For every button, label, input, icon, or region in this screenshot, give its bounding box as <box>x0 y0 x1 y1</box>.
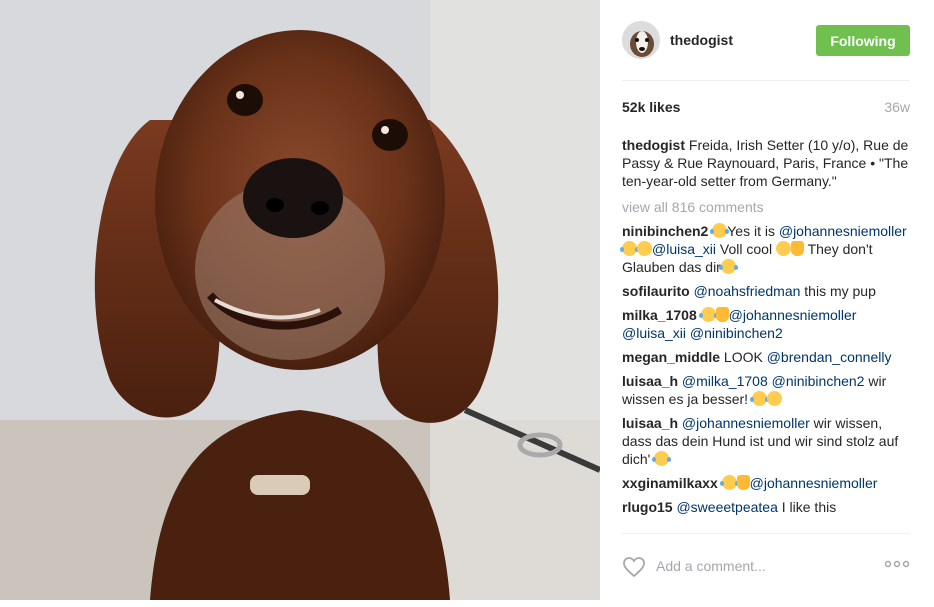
comment-item: ninibinchen2 Yes it is @johannesniemolle… <box>620 222 910 276</box>
comment-mention[interactable]: @johannesniemoller <box>750 475 878 491</box>
comment-item: megan_middle LOOK @brendan_connelly <box>622 348 910 366</box>
comment-username[interactable]: megan_middle <box>622 349 720 365</box>
kiss-emoji <box>766 391 782 406</box>
add-comment-input[interactable] <box>656 555 866 577</box>
comment-text: this my pup <box>800 283 876 299</box>
comment-username[interactable]: ninibinchen2 <box>622 223 708 239</box>
caption: thedogist Freida, Irish Setter (10 y/o),… <box>622 136 910 190</box>
comment-text: Yes it is <box>727 223 775 239</box>
comment-text: I like this <box>777 499 837 515</box>
avatar[interactable] <box>622 21 660 59</box>
likes-row: 52k likes 36w <box>622 99 910 115</box>
comment-item: milka_1708 @johannesniemoller @luisa_xii… <box>622 306 910 342</box>
comment-text: LOOK <box>723 349 767 365</box>
kiss-emoji <box>637 241 652 256</box>
comment-mention[interactable]: @ninibinchen2 <box>690 325 783 341</box>
comment-item: luisaa_h @milka_1708 @ninibinchen2 wir w… <box>622 372 910 408</box>
comment-item: luisaa_h @johannesniemoller wir wissen, … <box>622 414 910 468</box>
comment-list: thedogist Freida, Irish Setter (10 y/o),… <box>620 136 910 522</box>
post-photo[interactable] <box>0 0 600 600</box>
comment-mention[interactable]: @johannesniemoller <box>779 223 907 239</box>
comment-mention[interactable]: @ninibinchen2 <box>772 373 865 389</box>
comment-item: rlugo15 @sweeetpeatea I like this <box>622 498 910 516</box>
tears-of-joy-emoji <box>718 259 738 274</box>
smile-emoji <box>775 241 791 256</box>
tears-of-joy-emoji <box>710 223 730 238</box>
comment-username[interactable]: luisaa_h <box>622 415 678 431</box>
caption-username[interactable]: thedogist <box>622 137 685 153</box>
post-age[interactable]: 36w <box>884 99 910 115</box>
tears-of-joy-emoji <box>698 307 718 322</box>
post-sidebar: thedogist Following 52k likes 36w thedog… <box>600 0 934 607</box>
comment-text: Voll cool <box>716 241 776 257</box>
thumbs-up-emoji <box>736 475 750 490</box>
comment-mention[interactable]: @sweeetpeatea <box>676 499 777 515</box>
comment-username[interactable]: luisaa_h <box>622 373 678 389</box>
post-username[interactable]: thedogist <box>670 32 733 48</box>
tears-of-joy-emoji <box>719 475 739 490</box>
dog-avatar-icon <box>623 22 659 58</box>
post-header: thedogist Following <box>600 0 934 80</box>
comment-mention[interactable]: @johannesniemoller <box>729 307 857 323</box>
tears-of-joy-emoji <box>652 451 672 466</box>
comment-mention[interactable]: @noahsfriedman <box>694 283 801 299</box>
comment-username[interactable]: milka_1708 <box>622 307 697 323</box>
comment-mention[interactable]: @johannesniemoller <box>682 415 810 431</box>
dog-photo-illustration <box>0 0 600 600</box>
view-all-comments-link[interactable]: view all 816 comments <box>622 198 910 216</box>
comment-username[interactable]: xxginamilkaxx <box>622 475 718 491</box>
thumbs-up-emoji <box>715 307 729 322</box>
comment-mention[interactable]: @luisa_xii <box>652 241 716 257</box>
header-divider <box>622 80 910 81</box>
add-comment-row <box>600 533 934 607</box>
tears-of-joy-emoji <box>620 241 639 256</box>
comment-mention[interactable]: @brendan_connelly <box>767 349 892 365</box>
comment-username[interactable]: sofilaurito <box>622 283 690 299</box>
thumbs-up-emoji <box>790 241 804 256</box>
tears-of-joy-emoji <box>749 391 769 406</box>
comment-mention[interactable]: @milka_1708 <box>682 373 768 389</box>
comment-item: sofilaurito @noahsfriedman this my pup <box>622 282 910 300</box>
likes-count[interactable]: 52k likes <box>622 99 680 115</box>
comment-mention[interactable]: @luisa_xii <box>622 325 686 341</box>
heart-outline-icon[interactable] <box>622 556 646 578</box>
following-button[interactable]: Following <box>816 25 910 56</box>
comment-username[interactable]: rlugo15 <box>622 499 673 515</box>
comment-item: xxginamilkaxx @johannesniemoller <box>622 474 910 492</box>
more-dots-icon[interactable] <box>884 557 910 571</box>
